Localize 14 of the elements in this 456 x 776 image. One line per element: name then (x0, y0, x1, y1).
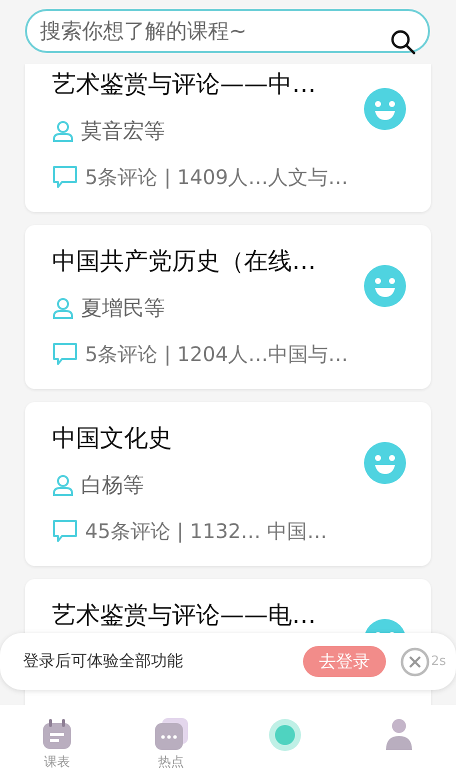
course-title: 艺术鉴赏与评论——电… (52, 600, 317, 631)
teacher-name: 夏增民等 (81, 295, 165, 322)
nav-label: 课表 (44, 754, 70, 771)
countdown-text: 2s (430, 654, 446, 669)
teacher-name: 莫音宏等 (81, 118, 165, 145)
teacher-name: 白杨等 (81, 472, 144, 499)
course-title: 中国共产党历史（在线… (52, 246, 317, 277)
course-title: 中国文化史 (52, 423, 173, 454)
course-stats: 5条评论 | 1409人…人文与… (85, 164, 348, 191)
toast-message: 登录后可体验全部功能 (23, 651, 184, 672)
course-title: 艺术鉴赏与评论——中… (52, 69, 317, 100)
course-stats: 5条评论 | 1204人…中国与… (85, 341, 348, 368)
course-stats: 45条评论 | 1132… 中国… (85, 518, 328, 545)
nav-label: 热点 (158, 754, 184, 771)
